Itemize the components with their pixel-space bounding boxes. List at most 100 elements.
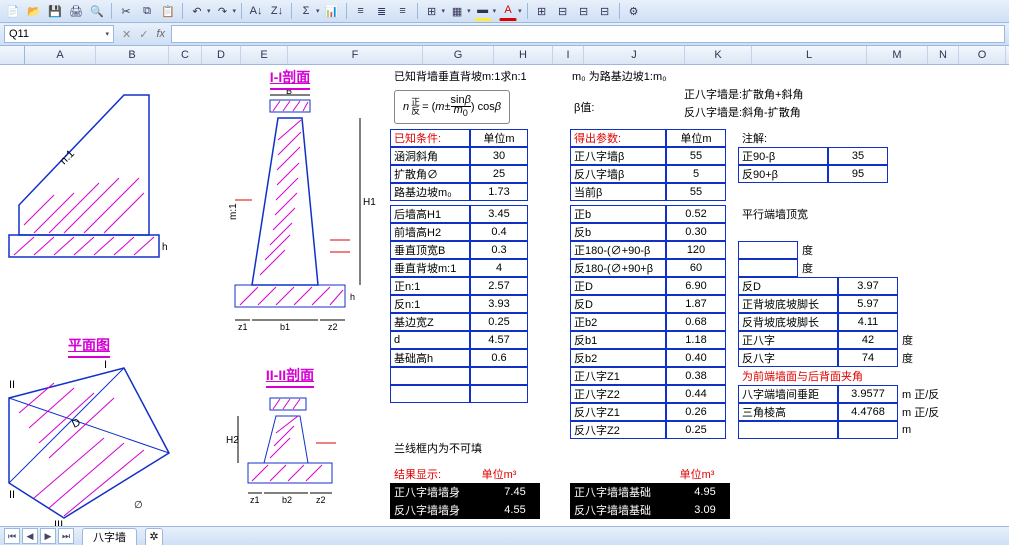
derived-label[interactable]: 当前β: [570, 183, 666, 201]
ann-value[interactable]: 5.97: [838, 295, 898, 313]
known-value[interactable]: 2.57: [470, 277, 528, 295]
col-header[interactable]: E: [241, 46, 288, 64]
derived-label[interactable]: 反八字Z1: [570, 403, 666, 421]
borders-icon[interactable]: ▦: [448, 2, 466, 20]
ann-value[interactable]: [838, 421, 898, 439]
ann-label[interactable]: 反背坡底坡脚长: [738, 313, 838, 331]
derived-value[interactable]: 0.68: [666, 313, 726, 331]
enter-icon[interactable]: ✓: [139, 28, 148, 41]
col-header[interactable]: L: [752, 46, 867, 64]
delete-cols-icon[interactable]: ⊟: [596, 2, 614, 20]
new-icon[interactable]: 📄: [4, 2, 22, 20]
derived-label[interactable]: 反b1: [570, 331, 666, 349]
col-header[interactable]: K: [685, 46, 752, 64]
derived-label[interactable]: 反八字Z2: [570, 421, 666, 439]
open-icon[interactable]: 📂: [25, 2, 43, 20]
worksheet[interactable]: n:1 h 平面图 II II I III D ∅ d: [0, 65, 1009, 545]
result-value[interactable]: 7.45: [490, 483, 540, 501]
formula-input[interactable]: [171, 25, 1005, 43]
known-value[interactable]: 3.93: [470, 295, 528, 313]
tab-nav-last-icon[interactable]: ⏭: [58, 528, 74, 544]
known-value[interactable]: 30: [470, 147, 528, 165]
result-label[interactable]: 正八字墙墙基础: [570, 483, 680, 501]
col-header[interactable]: M: [867, 46, 928, 64]
ann-value[interactable]: 4.11: [838, 313, 898, 331]
col-header[interactable]: H: [494, 46, 553, 64]
known-value[interactable]: 3.45: [470, 205, 528, 223]
known-label[interactable]: 垂直背坡m:1: [390, 259, 470, 277]
col-header[interactable]: A: [25, 46, 96, 64]
known-label[interactable]: 正n:1: [390, 277, 470, 295]
known-label[interactable]: 扩散角∅: [390, 165, 470, 183]
derived-value[interactable]: 0.38: [666, 367, 726, 385]
ann-value[interactable]: 3.9577: [838, 385, 898, 403]
derived-label[interactable]: 反D: [570, 295, 666, 313]
insert-rows-icon[interactable]: ⊞: [533, 2, 551, 20]
empty-cell[interactable]: [390, 367, 470, 385]
derived-value[interactable]: 0.30: [666, 223, 726, 241]
fx-icon[interactable]: fx: [156, 28, 165, 40]
align-right-icon[interactable]: ≡: [394, 2, 412, 20]
undo-icon[interactable]: ↶: [188, 2, 206, 20]
known-label[interactable]: d: [390, 331, 470, 349]
namebox-caret-icon[interactable]: ▾: [105, 30, 109, 38]
known-label[interactable]: 基础高h: [390, 349, 470, 367]
known-value[interactable]: 0.6: [470, 349, 528, 367]
save-icon[interactable]: 💾: [46, 2, 64, 20]
ann-value[interactable]: 95: [828, 165, 888, 183]
delete-rows-icon[interactable]: ⊟: [575, 2, 593, 20]
paste-icon[interactable]: 📋: [159, 2, 177, 20]
preview-icon[interactable]: 🔍: [88, 2, 106, 20]
col-header[interactable]: N: [928, 46, 959, 64]
ann-value[interactable]: 4.4768: [838, 403, 898, 421]
derived-label[interactable]: 正八字墙β: [570, 147, 666, 165]
derived-label[interactable]: 正b: [570, 205, 666, 223]
derived-label[interactable]: 正八字Z2: [570, 385, 666, 403]
ann-value[interactable]: 42: [838, 331, 898, 349]
derived-value[interactable]: 1.18: [666, 331, 726, 349]
derived-value[interactable]: 6.90: [666, 277, 726, 295]
empty-cell[interactable]: [470, 367, 528, 385]
col-header[interactable]: J: [584, 46, 685, 64]
derived-value[interactable]: 0.44: [666, 385, 726, 403]
derived-value[interactable]: 55: [666, 147, 726, 165]
known-label[interactable]: 后墙高H1: [390, 205, 470, 223]
ann-label[interactable]: 反八字: [738, 349, 838, 367]
derived-value[interactable]: 1.87: [666, 295, 726, 313]
derived-value[interactable]: 120: [666, 241, 726, 259]
known-label[interactable]: 涵洞斜角: [390, 147, 470, 165]
col-header[interactable]: I: [553, 46, 584, 64]
derived-value[interactable]: 55: [666, 183, 726, 201]
name-box[interactable]: Q11 ▾: [4, 25, 114, 43]
col-header[interactable]: F: [288, 46, 423, 64]
ann-label[interactable]: 反D: [738, 277, 838, 295]
ann-value[interactable]: 3.97: [838, 277, 898, 295]
ann-label[interactable]: [738, 421, 838, 439]
ann-label[interactable]: 反90+β: [738, 165, 828, 183]
known-value[interactable]: 4: [470, 259, 528, 277]
known-value[interactable]: 0.3: [470, 241, 528, 259]
known-label[interactable]: 反n:1: [390, 295, 470, 313]
known-value[interactable]: 0.4: [470, 223, 528, 241]
known-label[interactable]: 基边宽Z: [390, 313, 470, 331]
autosum-icon[interactable]: Σ: [297, 2, 315, 20]
derived-value[interactable]: 5: [666, 165, 726, 183]
derived-label[interactable]: 反b2: [570, 349, 666, 367]
tab-nav-first-icon[interactable]: ⏮: [4, 528, 20, 544]
col-header[interactable]: G: [423, 46, 494, 64]
derived-label[interactable]: 正D: [570, 277, 666, 295]
ann-value[interactable]: 74: [838, 349, 898, 367]
empty-cell[interactable]: [470, 385, 528, 403]
result-value[interactable]: 3.09: [680, 501, 730, 519]
format-icon[interactable]: ⚙: [625, 2, 643, 20]
known-value[interactable]: 0.25: [470, 313, 528, 331]
derived-label[interactable]: 正八字Z1: [570, 367, 666, 385]
result-label[interactable]: 反八字墙墙基础: [570, 501, 680, 519]
empty-cell[interactable]: [390, 385, 470, 403]
print-icon[interactable]: 🖨: [67, 2, 85, 20]
derived-value[interactable]: 60: [666, 259, 726, 277]
derived-value[interactable]: 0.52: [666, 205, 726, 223]
result-label[interactable]: 正八字墙墙身: [390, 483, 490, 501]
derived-value[interactable]: 0.25: [666, 421, 726, 439]
ann-value[interactable]: 35: [828, 147, 888, 165]
